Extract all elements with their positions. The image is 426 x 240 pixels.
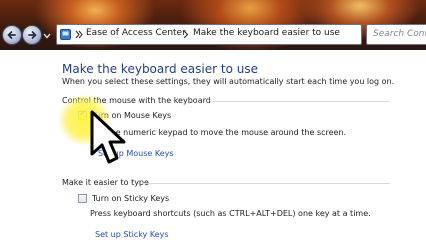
mouse-keys-description: Use the numeric keypad to move the mouse… (90, 128, 347, 137)
page-title: Make the keyboard easier to use (62, 62, 258, 76)
breadcrumb-ease-of-access[interactable]: Ease of Access Center (86, 28, 186, 38)
search-placeholder: Search Control Panel (373, 29, 426, 39)
breadcrumb-overflow-icon[interactable] (75, 30, 83, 39)
page-intro: When you select these settings, they wil… (62, 77, 395, 86)
typing-section-label: Make it easier to type (62, 178, 149, 187)
main-content: Make the keyboard easier to use When you… (0, 50, 426, 240)
breadcrumb-keyboard-page[interactable]: Make the keyboard easier to use (193, 28, 340, 38)
back-arrow-icon (7, 31, 16, 39)
forward-arrow-icon (28, 31, 37, 39)
search-box[interactable]: Search Control Panel (366, 24, 426, 45)
back-button[interactable] (2, 25, 22, 45)
breadcrumb-separator-icon[interactable] (182, 30, 190, 39)
setup-sticky-keys-link[interactable]: Set up Sticky Keys (95, 230, 169, 239)
sticky-keys-checkbox[interactable] (78, 194, 87, 203)
sticky-keys-description: Press keyboard shortcuts (such as CTRL+A… (90, 209, 371, 218)
window-titlebar: Ease of Access Center Make the keyboard … (0, 0, 426, 50)
sticky-keys-label[interactable]: Turn on Sticky Keys (92, 194, 169, 203)
typing-section-divider (142, 183, 390, 184)
mouse-section-divider (212, 101, 390, 102)
control-panel-icon (60, 29, 71, 40)
address-bar[interactable]: Ease of Access Center Make the keyboard … (56, 24, 362, 45)
mouse-pointer-cursor-icon (90, 110, 126, 164)
forward-button[interactable] (22, 25, 42, 45)
recent-pages-chevron-down-icon[interactable] (42, 31, 52, 41)
